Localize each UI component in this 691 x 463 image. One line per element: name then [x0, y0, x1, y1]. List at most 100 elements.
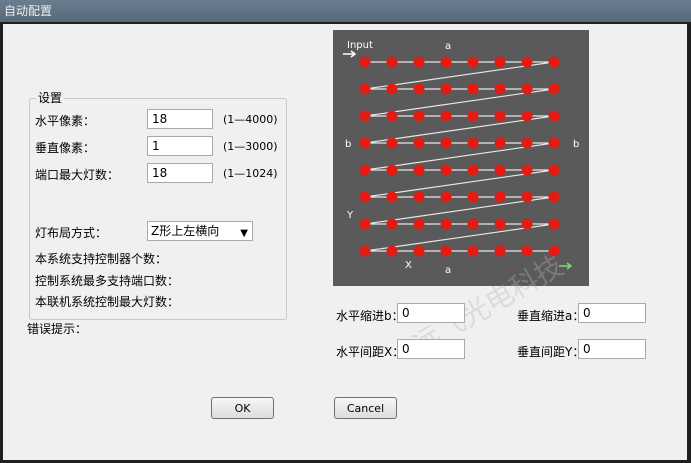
ok-button[interactable]: OK [211, 397, 274, 419]
led-dot [440, 191, 452, 203]
error-hint-label: 错误提示： [27, 322, 88, 336]
led-dot [440, 83, 452, 95]
led-dot [521, 218, 533, 230]
led-dot [548, 110, 560, 122]
diagram-b-right: b [573, 139, 579, 150]
led-dot [386, 245, 398, 257]
vertical-pixels-label: 垂直像素： [35, 141, 96, 155]
led-dot [548, 218, 560, 230]
led-dot [494, 56, 506, 68]
led-dot [413, 191, 425, 203]
led-dot [413, 56, 425, 68]
led-dot [467, 137, 479, 149]
led-dot [467, 245, 479, 257]
led-dot [440, 245, 452, 257]
led-dot [548, 137, 560, 149]
layout-mode-label: 灯布局方式： [35, 226, 108, 240]
controllers-supported-label: 本系统支持控制器个数： [35, 252, 168, 266]
led-dot [359, 245, 371, 257]
v-indent-input[interactable] [578, 303, 646, 323]
diagram-b-left: b [345, 139, 351, 150]
diagram-input-label: Input [347, 40, 373, 51]
horizontal-pixels-input[interactable] [147, 109, 213, 129]
v-spacing-input[interactable] [578, 339, 646, 359]
v-indent-label: 垂直缩进a： [517, 309, 585, 323]
led-dot [467, 83, 479, 95]
led-dot [386, 137, 398, 149]
led-dot [359, 83, 371, 95]
led-dot [413, 83, 425, 95]
led-dot [359, 164, 371, 176]
led-dot [386, 56, 398, 68]
led-dot [494, 137, 506, 149]
led-dot [413, 137, 425, 149]
led-dot [359, 218, 371, 230]
v-spacing-label: 垂直间距Y： [517, 345, 585, 359]
led-dot [521, 137, 533, 149]
led-dot [413, 164, 425, 176]
window-title: 自动配置 [0, 0, 691, 22]
led-dot [494, 110, 506, 122]
led-dot [494, 83, 506, 95]
led-dot [521, 56, 533, 68]
ports-supported-label: 控制系统最多支持端口数： [35, 274, 180, 288]
led-dot [386, 191, 398, 203]
cancel-button[interactable]: Cancel [334, 397, 397, 419]
led-dot [494, 164, 506, 176]
chevron-down-icon[interactable]: ▼ [240, 225, 248, 243]
led-dot [548, 83, 560, 95]
led-dot [494, 245, 506, 257]
led-dot [548, 191, 560, 203]
led-dot [521, 83, 533, 95]
led-dot [521, 164, 533, 176]
h-spacing-label: 水平间距X： [336, 345, 405, 359]
led-dot [386, 83, 398, 95]
led-dot [359, 56, 371, 68]
led-dot [413, 218, 425, 230]
horizontal-pixels-label: 水平像素： [35, 114, 96, 128]
led-dot [467, 56, 479, 68]
led-dot [548, 56, 560, 68]
led-dot [359, 137, 371, 149]
dialog-client: 设置 水平像素： (1—4000) 垂直像素： (1—3000) 端口最大灯数：… [3, 24, 687, 460]
h-indent-input[interactable] [397, 303, 465, 323]
led-dot [440, 110, 452, 122]
port-max-lights-label: 端口最大灯数： [35, 168, 120, 182]
diagram-y-label: Y [346, 210, 354, 221]
led-dot [386, 218, 398, 230]
led-dot [467, 218, 479, 230]
led-dot [467, 164, 479, 176]
vertical-pixels-range: (1—3000) [223, 140, 278, 153]
led-dot [521, 110, 533, 122]
led-dot [359, 110, 371, 122]
layout-mode-select[interactable]: Z形上左横向 ▼ [147, 221, 253, 241]
h-spacing-input[interactable] [397, 339, 465, 359]
diagram-a-top: a [445, 41, 451, 52]
led-dot [413, 245, 425, 257]
led-dot [440, 164, 452, 176]
led-dot [440, 56, 452, 68]
diagram-a-bottom: a [445, 265, 451, 276]
led-dot [494, 218, 506, 230]
settings-group-title: 设置 [36, 89, 65, 106]
led-dot [548, 164, 560, 176]
diagram-x-label: X [405, 260, 412, 271]
h-indent-label: 水平缩进b： [336, 309, 404, 323]
led-dot [413, 110, 425, 122]
auto-config-window: 自动配置 设置 水平像素： (1—4000) 垂直像素： (1—3000) 端口… [0, 0, 691, 463]
led-dot [440, 137, 452, 149]
horizontal-pixels-range: (1—4000) [223, 113, 278, 126]
port-max-lights-range: (1—1024) [223, 167, 278, 180]
led-dot [494, 191, 506, 203]
port-max-lights-input[interactable] [147, 163, 213, 183]
led-dot [359, 191, 371, 203]
led-dot [386, 110, 398, 122]
led-dot [467, 191, 479, 203]
max-lights-label: 本联机系统控制最大灯数： [35, 295, 180, 309]
led-dot [386, 164, 398, 176]
vertical-pixels-input[interactable] [147, 136, 213, 156]
layout-mode-value: Z形上左横向 [151, 224, 220, 238]
led-dot [440, 218, 452, 230]
led-dot [467, 110, 479, 122]
led-dot [521, 191, 533, 203]
